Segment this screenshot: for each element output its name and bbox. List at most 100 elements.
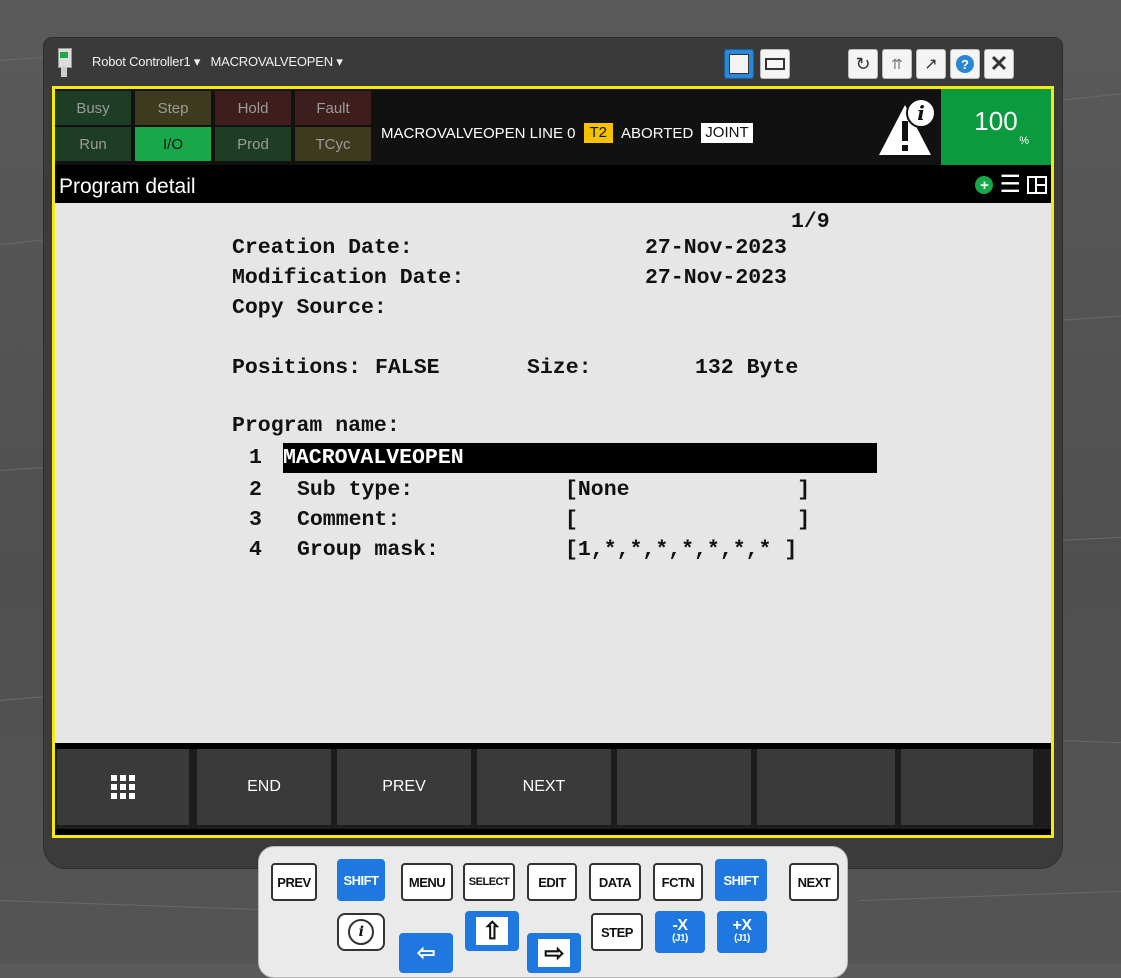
page-indicator: 1/9 xyxy=(791,210,830,234)
override-display[interactable]: 100 % xyxy=(941,89,1051,165)
key-data[interactable]: DATA xyxy=(589,863,641,901)
deadman-icon: ⇈ xyxy=(891,55,903,72)
close-icon: ✕ xyxy=(989,51,1009,76)
status-line-text: MACROVALVEOPEN LINE 0 xyxy=(381,124,576,142)
deadman-button[interactable]: ⇈ xyxy=(882,49,912,79)
hardware-keypad: PREV SHIFT MENU SELECT EDIT DATA FCTN SH… xyxy=(258,846,848,978)
pendant-view-button[interactable] xyxy=(724,49,754,79)
alarm-info-icon[interactable]: i xyxy=(875,95,939,159)
softkey-bar: END PREV NEXT xyxy=(55,749,1051,829)
softkey-next[interactable]: NEXT xyxy=(477,749,611,825)
split-view-icon[interactable] xyxy=(1027,176,1047,194)
key-arrow-up[interactable]: ⇧ xyxy=(465,911,519,951)
field-number: 3 xyxy=(249,508,262,532)
pendant-icon xyxy=(56,48,72,78)
indicator-run: Run xyxy=(55,127,131,161)
jog-sub-label: (J1) xyxy=(672,933,688,944)
key-fctn[interactable]: FCTN xyxy=(653,863,703,901)
softkey-empty[interactable] xyxy=(757,749,895,825)
mode-badge: T2 xyxy=(583,123,614,143)
key-jog-minus-x[interactable]: -X (J1) xyxy=(655,911,705,953)
arrow-up-icon: ⇧ xyxy=(476,917,508,945)
modification-date-label: Modification Date: xyxy=(232,266,465,290)
indicator-fault: Fault xyxy=(295,91,371,125)
positions-value: FALSE xyxy=(375,356,440,380)
creation-date-value: 27-Nov-2023 xyxy=(645,236,787,260)
controller-selector[interactable]: Robot Controller1 ▾ MACROVALVEOPEN ▾ xyxy=(92,54,343,70)
key-arrow-left[interactable]: ⇦ xyxy=(399,933,453,973)
jog-label: -X xyxy=(672,917,689,934)
key-shift-right[interactable]: SHIFT xyxy=(715,859,767,901)
group-mask-label: Group mask: xyxy=(297,538,439,562)
program-label: MACROVALVEOPEN xyxy=(210,54,334,69)
coord-badge: JOINT xyxy=(701,123,753,143)
size-label: Size: xyxy=(527,356,592,380)
key-select[interactable]: SELECT xyxy=(463,863,515,901)
field-number: 2 xyxy=(249,478,262,502)
screen-title: Program detail xyxy=(59,175,196,198)
rotate-icon: ↻ xyxy=(855,53,871,74)
pendant-screen: Busy Step Hold Fault Run I/O Prod TCyc M… xyxy=(52,86,1054,838)
pendant-top-bar: Robot Controller1 ▾ MACROVALVEOPEN ▾ ↻ ⇈… xyxy=(44,40,1062,86)
indicator-step: Step xyxy=(135,91,211,125)
key-next[interactable]: NEXT xyxy=(789,863,839,901)
positions-label: Positions: xyxy=(232,356,362,380)
key-step[interactable]: STEP xyxy=(591,913,643,951)
indicator-hold: Hold xyxy=(215,91,291,125)
comment-field[interactable]: [ ] xyxy=(565,507,810,533)
sub-type-field[interactable]: [None ] xyxy=(565,477,810,503)
status-row: Busy Step Hold Fault Run I/O Prod TCyc M… xyxy=(55,89,1051,165)
program-detail-content: 1/9 Creation Date: 27-Nov-2023 Modificat… xyxy=(55,203,1051,743)
softkey-end[interactable]: END xyxy=(197,749,331,825)
key-arrow-right[interactable]: ⇨ xyxy=(527,933,581,973)
group-mask-field[interactable]: [1,*,*,*,*,*,*,* ] xyxy=(565,537,797,563)
run-state: ABORTED xyxy=(621,124,694,142)
program-name-label: Program name: xyxy=(232,414,400,438)
softkey-empty[interactable] xyxy=(617,749,751,825)
export-button[interactable]: ↗ xyxy=(916,49,946,79)
chevron-down-icon: ▾ xyxy=(336,54,343,69)
indicator-io: I/O xyxy=(135,127,211,161)
close-button[interactable]: ✕ xyxy=(984,49,1014,79)
key-shift-left[interactable]: SHIFT xyxy=(337,859,385,901)
keyboard-button[interactable] xyxy=(760,49,790,79)
jog-sub-label: (J1) xyxy=(734,933,750,944)
size-value: 132 Byte xyxy=(695,356,799,380)
menu-icon[interactable]: ☰ xyxy=(999,173,1021,197)
indicator-tcyc: TCyc xyxy=(295,127,371,161)
screen-title-bar: Program detail + ☰ xyxy=(55,171,1051,203)
field-number: 1 xyxy=(249,446,262,470)
softkey-grid-menu[interactable] xyxy=(57,749,189,825)
softkey-prev[interactable]: PREV xyxy=(337,749,471,825)
key-jog-plus-x[interactable]: +X (J1) xyxy=(717,911,767,953)
key-prev[interactable]: PREV xyxy=(271,863,317,901)
pendant-icon xyxy=(729,54,749,74)
help-icon: ? xyxy=(956,55,974,73)
field-number: 4 xyxy=(249,538,262,562)
key-info[interactable]: i xyxy=(337,913,385,951)
keyboard-icon xyxy=(765,58,785,70)
indicator-prod: Prod xyxy=(215,127,291,161)
info-icon: i xyxy=(348,919,374,945)
reset-button[interactable]: ↻ xyxy=(848,49,878,79)
help-button[interactable]: ? xyxy=(950,49,980,79)
override-value: 100 xyxy=(974,106,1018,136)
arrow-right-icon: ⇨ xyxy=(538,939,570,967)
softkey-empty[interactable] xyxy=(901,749,1033,825)
creation-date-label: Creation Date: xyxy=(232,236,413,260)
comment-label: Comment: xyxy=(297,508,401,532)
program-name-field[interactable]: MACROVALVEOPEN xyxy=(283,445,464,471)
sub-type-label: Sub type: xyxy=(297,478,414,502)
status-message: MACROVALVEOPEN LINE 0 T2 ABORTED JOINT xyxy=(381,123,753,143)
zoom-in-icon[interactable]: + xyxy=(975,176,994,194)
jog-label: +X xyxy=(732,917,752,934)
svg-text:i: i xyxy=(917,101,925,125)
override-unit: % xyxy=(1019,135,1029,147)
copy-source-label: Copy Source: xyxy=(232,296,387,320)
key-edit[interactable]: EDIT xyxy=(527,863,577,901)
indicator-busy: Busy xyxy=(55,91,131,125)
arrow-left-icon: ⇦ xyxy=(417,940,435,965)
key-menu[interactable]: MENU xyxy=(401,863,453,901)
controller-label: Robot Controller1 xyxy=(92,54,191,69)
modification-date-value: 27-Nov-2023 xyxy=(645,266,787,290)
